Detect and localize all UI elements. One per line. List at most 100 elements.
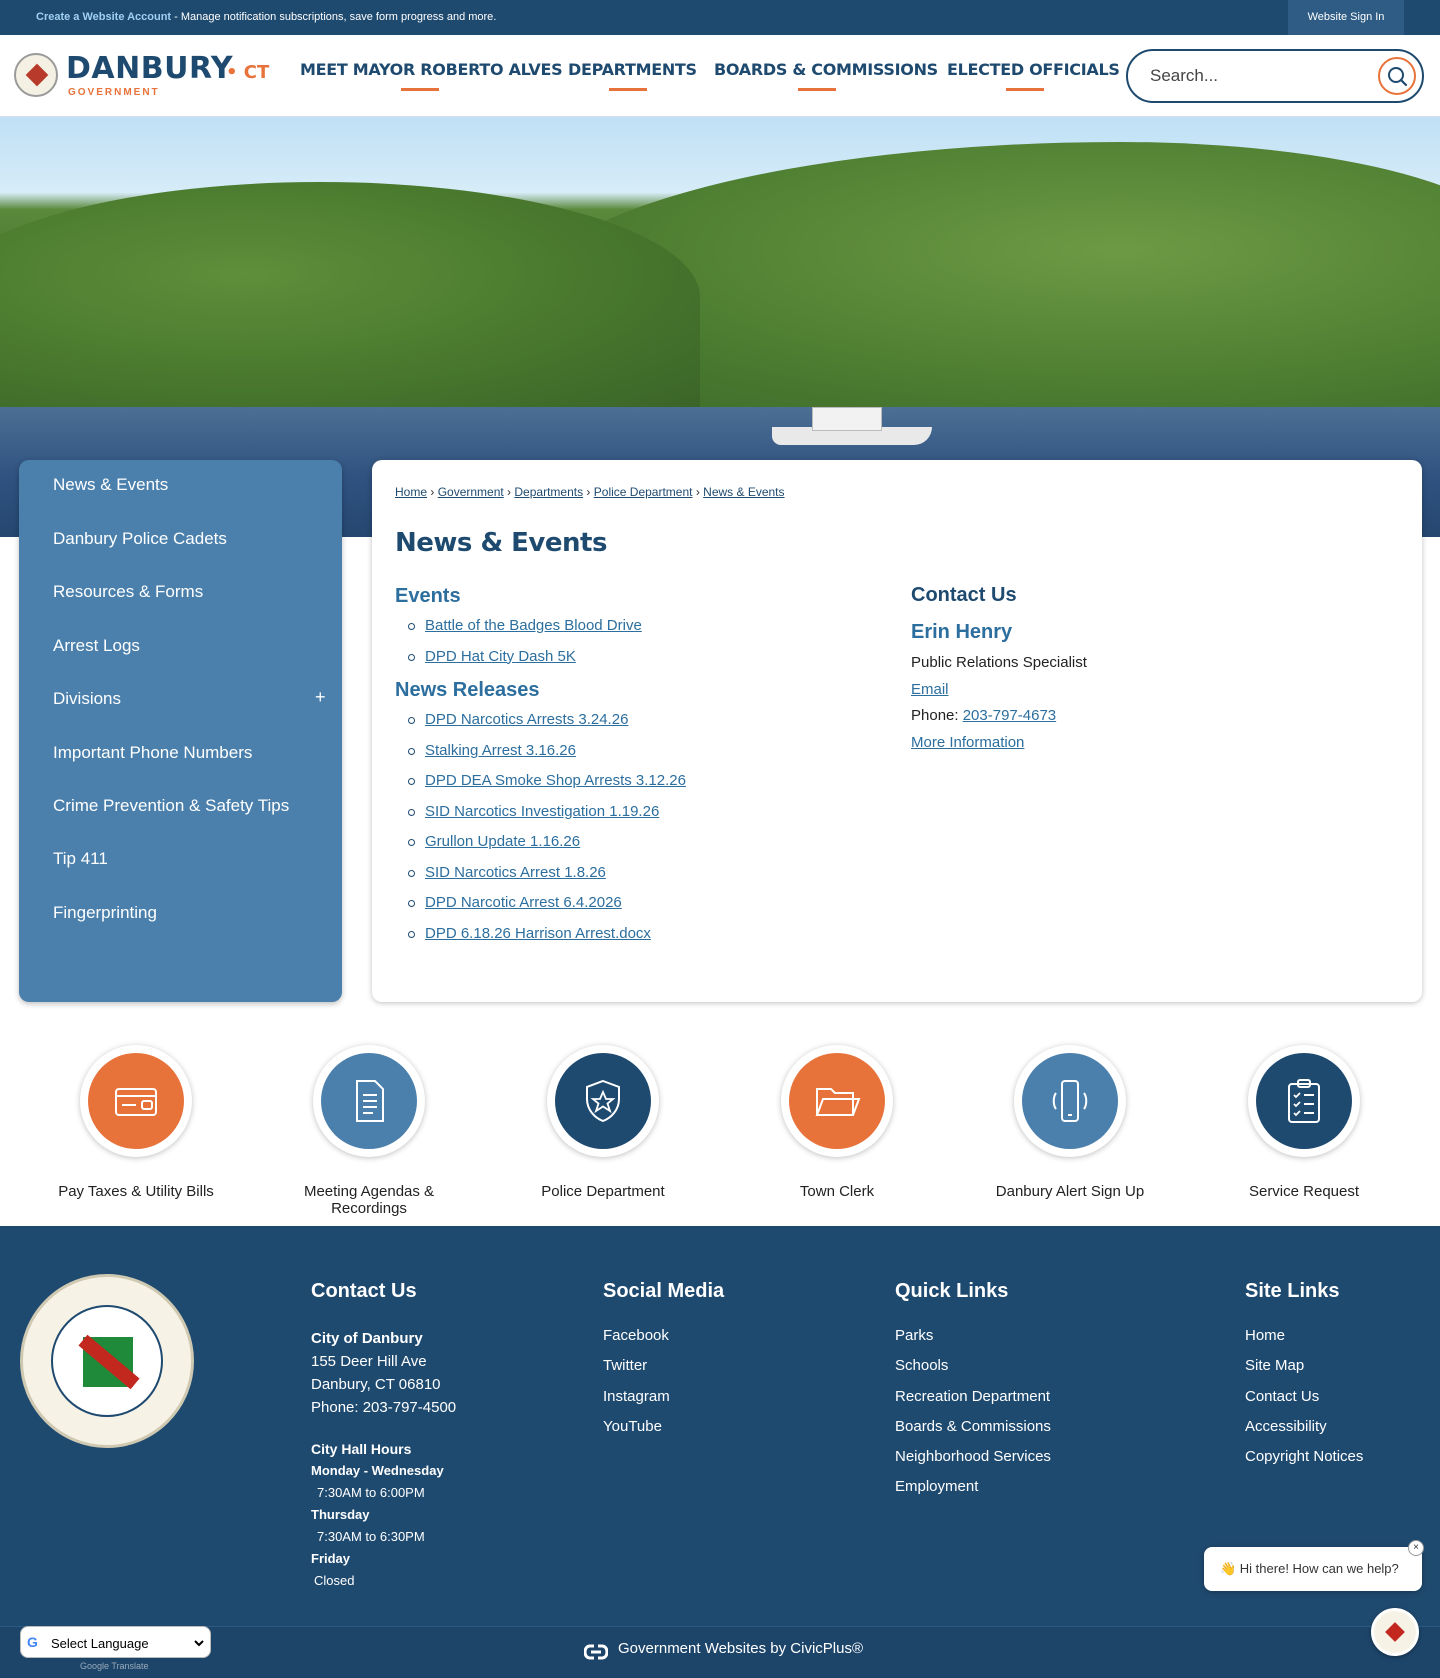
news-link[interactable]: DPD DEA Smoke Shop Arrests 3.12.26 <box>425 772 686 789</box>
sidebar-item-crime-prevention[interactable]: Crime Prevention & Safety Tips <box>53 796 289 816</box>
phone-label: Phone: <box>911 707 963 724</box>
sidebar-item-arrest-logs[interactable]: Arrest Logs <box>53 636 140 656</box>
hours-heading: City Hall Hours <box>311 1441 412 1457</box>
footer-link-contact-us[interactable]: Contact Us <box>1245 1388 1363 1418</box>
sidebar-item-resources-forms[interactable]: Resources & Forms <box>53 582 203 602</box>
sidebar-item-tip-411[interactable]: Tip 411 <box>53 849 108 869</box>
police-badge-icon <box>586 1079 620 1123</box>
create-account-link[interactable]: Create a Website Account <box>36 11 171 23</box>
contact-phone-link[interactable]: 203-797-4673 <box>963 707 1056 724</box>
close-icon[interactable]: × <box>1408 1540 1424 1556</box>
nav-departments[interactable]: DEPARTMENTS <box>568 60 697 79</box>
logo-state: • CT <box>226 62 270 83</box>
footer-link-instagram[interactable]: Instagram <box>603 1388 670 1418</box>
news-link[interactable]: DPD 6.18.26 Harrison Arrest.docx <box>425 925 651 942</box>
sidebar-item-news-events[interactable]: News & Events <box>53 475 168 495</box>
quick-link-police-department[interactable]: Police Department <box>503 1045 703 1215</box>
breadcrumb-departments[interactable]: Departments <box>514 485 583 499</box>
footer-site-links-heading: Site Links <box>1245 1280 1340 1302</box>
footer-org: City of Danbury <box>311 1330 423 1347</box>
quick-link-label: Meeting Agendas & Recordings <box>303 1183 435 1217</box>
nav-elected-officials[interactable]: ELECTED OFFICIALS <box>947 60 1120 79</box>
footer-link-parks[interactable]: Parks <box>895 1327 1051 1357</box>
quick-link-service-request[interactable]: Service Request <box>1204 1045 1404 1215</box>
folder-icon <box>815 1088 861 1116</box>
expand-plus-icon[interactable]: + <box>315 687 326 708</box>
footer-link-schools[interactable]: Schools <box>895 1357 1051 1387</box>
footer-phone: Phone: 203-797-4500 <box>311 1399 457 1416</box>
hours-time: Closed <box>314 1573 355 1588</box>
hours-day: Thursday <box>311 1507 370 1522</box>
logo-name[interactable]: DANBURY <box>66 51 233 86</box>
search-button[interactable] <box>1378 57 1416 95</box>
quick-link-town-clerk[interactable]: Town Clerk <box>737 1045 937 1215</box>
breadcrumb-home[interactable]: Home <box>395 485 427 499</box>
footer-quick-links-heading: Quick Links <box>895 1280 1009 1302</box>
google-translate-credit: Google Translate <box>80 1661 149 1671</box>
sidebar-item-police-cadets[interactable]: Danbury Police Cadets <box>53 529 227 549</box>
footer-link-boards[interactable]: Boards & Commissions <box>895 1418 1051 1448</box>
footer-link-employment[interactable]: Employment <box>895 1478 1051 1508</box>
quick-link-disc <box>1022 1053 1118 1149</box>
news-link[interactable]: SID Narcotics Investigation 1.19.26 <box>425 803 659 820</box>
breadcrumb-government[interactable]: Government <box>438 485 504 499</box>
footer-link-copyright[interactable]: Copyright Notices <box>1245 1448 1363 1478</box>
footer-link-youtube[interactable]: YouTube <box>603 1418 670 1448</box>
breadcrumb-police-department[interactable]: Police Department <box>594 485 693 499</box>
chat-greeting-bubble[interactable]: 👋 Hi there! How can we help? <box>1204 1547 1422 1591</box>
quick-link-pay-taxes[interactable]: Pay Taxes & Utility Bills <box>36 1045 236 1215</box>
news-link[interactable]: SID Narcotics Arrest 1.8.26 <box>425 864 606 881</box>
footer-link-site-map[interactable]: Site Map <box>1245 1357 1363 1387</box>
civicplus-link[interactable]: Government Websites by CivicPlus® <box>618 1640 863 1657</box>
news-link[interactable]: Grullon Update 1.16.26 <box>425 833 580 850</box>
more-information-link[interactable]: More Information <box>911 734 1024 751</box>
sidebar-item-fingerprinting[interactable]: Fingerprinting <box>53 903 157 923</box>
search-box <box>1126 49 1424 103</box>
footer-link-recreation[interactable]: Recreation Department <box>895 1388 1051 1418</box>
footer-link-home[interactable]: Home <box>1245 1327 1363 1357</box>
footer-contact-info: City of Danbury 155 Deer Hill Ave Danbur… <box>311 1327 456 1419</box>
chat-launcher-button[interactable] <box>1371 1608 1419 1656</box>
contact-heading: Contact Us <box>911 584 1017 606</box>
footer-contact-heading: Contact Us <box>311 1280 417 1302</box>
civicplus-bar: Government Websites by CivicPlus® <box>0 1626 1440 1678</box>
news-link[interactable]: Stalking Arrest 3.16.26 <box>425 742 576 759</box>
quick-link-meeting-agendas[interactable]: Meeting Agendas & Recordings <box>269 1045 469 1217</box>
quick-link-disc <box>1256 1053 1352 1149</box>
hero-boat <box>772 405 932 445</box>
google-g-icon: G <box>27 1634 38 1650</box>
event-link[interactable]: Battle of the Badges Blood Drive <box>425 617 642 634</box>
language-selector: G Select Language <box>20 1626 211 1658</box>
contact-email-link[interactable]: Email <box>911 681 949 698</box>
quick-link-disc <box>88 1053 184 1149</box>
news-link[interactable]: DPD Narcotic Arrest 6.4.2026 <box>425 894 622 911</box>
quick-link-alert-sign-up[interactable]: Danbury Alert Sign Up <box>970 1045 1170 1215</box>
nav-meet-mayor[interactable]: MEET MAYOR ROBERTO ALVES <box>300 60 563 79</box>
footer-link-twitter[interactable]: Twitter <box>603 1357 670 1387</box>
news-link[interactable]: DPD Narcotics Arrests 3.24.26 <box>425 711 628 728</box>
hours-day: Friday <box>311 1551 351 1566</box>
city-seal-logo[interactable] <box>14 53 58 97</box>
hours-time: 7:30AM to 6:30PM <box>317 1529 425 1544</box>
footer-address-2: Danbury, CT 06810 <box>311 1376 441 1393</box>
breadcrumb: Home › Government › Departments › Police… <box>395 485 785 499</box>
website-sign-in-button[interactable]: Website Sign In <box>1288 0 1404 35</box>
nav-boards-commissions[interactable]: BOARDS & COMMISSIONS <box>714 60 938 79</box>
nav-underline <box>1006 88 1044 91</box>
quick-link-label: Pay Taxes & Utility Bills <box>58 1183 214 1200</box>
breadcrumb-news-events[interactable]: News & Events <box>703 485 784 499</box>
page-title: News & Events <box>395 528 607 558</box>
city-seal <box>20 1274 194 1448</box>
event-link[interactable]: DPD Hat City Dash 5K <box>425 648 576 665</box>
site-header: DANBURY • CT GOVERNMENT MEET MAYOR ROBER… <box>0 35 1440 117</box>
footer-link-neighborhood[interactable]: Neighborhood Services <box>895 1448 1051 1478</box>
footer-link-facebook[interactable]: Facebook <box>603 1327 670 1357</box>
language-select[interactable]: Select Language <box>47 1633 207 1653</box>
section-sidebar: News & Events Danbury Police Cadets Reso… <box>19 460 342 1002</box>
search-input[interactable] <box>1150 64 1370 88</box>
quick-link-label: Police Department <box>541 1183 665 1200</box>
footer-link-accessibility[interactable]: Accessibility <box>1245 1418 1363 1448</box>
list-item: Battle of the Badges Blood Drive <box>408 617 642 648</box>
sidebar-item-divisions[interactable]: Divisions <box>53 689 121 709</box>
sidebar-item-phone-numbers[interactable]: Important Phone Numbers <box>53 743 252 763</box>
